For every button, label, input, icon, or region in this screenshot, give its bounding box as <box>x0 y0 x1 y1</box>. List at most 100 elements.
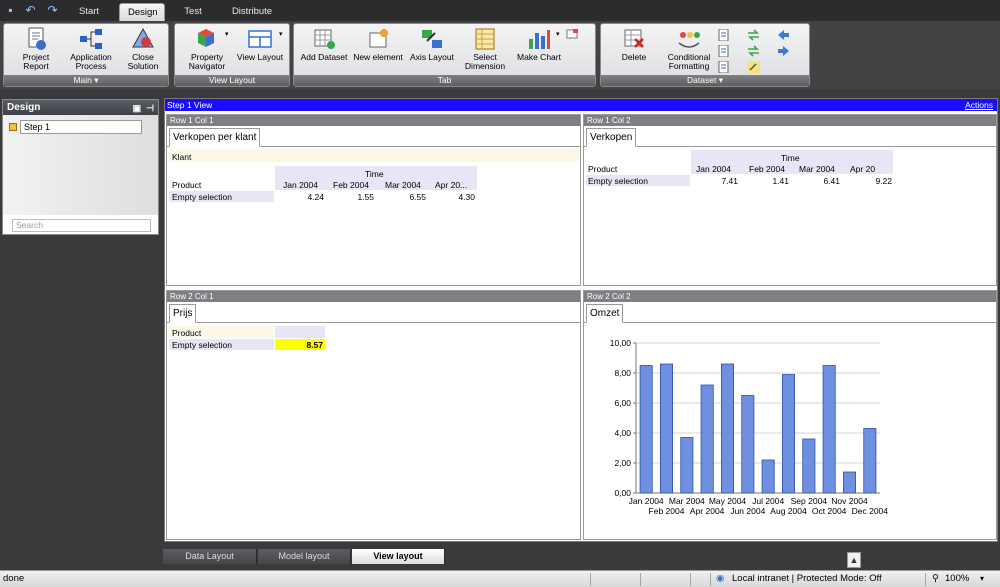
project-report-button[interactable]: Project Report <box>8 27 64 71</box>
x-tick-label: Mar 2004 <box>669 496 705 506</box>
chart-icon <box>529 30 550 49</box>
actions-link[interactable]: Actions <box>965 99 993 111</box>
column-header: Mar 2004 <box>799 164 835 174</box>
tab-view-layout[interactable]: View layout <box>352 549 445 564</box>
tab-design[interactable]: Design <box>119 3 165 21</box>
y-tick-label: 4,00 <box>614 428 631 438</box>
delete-button[interactable]: Delete <box>613 27 655 62</box>
pin-icon[interactable]: ▣ <box>133 103 142 113</box>
cell-row1-col1: Row 1 Col 1 Verkopen per klant Klant Tim… <box>166 114 581 286</box>
dataset-group-label: Dataset ▾ <box>601 75 809 86</box>
conditional-formatting-button[interactable]: Conditional Formatting <box>659 27 719 71</box>
x-tick-label: Feb 2004 <box>649 506 685 516</box>
close-solution-icon <box>132 27 154 48</box>
tab-omzet[interactable]: Omzet <box>586 304 624 323</box>
value-cell: 1.41 <box>772 176 789 186</box>
x-tick-label: May 2004 <box>709 496 747 506</box>
row-dimension-label: Product <box>172 328 202 338</box>
redo-icon[interactable]: ↷ <box>46 4 59 17</box>
swap-icon[interactable] <box>747 45 760 57</box>
tab-data-layout[interactable]: Data Layout <box>163 549 257 564</box>
axis-layout-button[interactable]: Axis Layout <box>406 27 458 62</box>
design-search-input[interactable]: Search <box>12 219 151 232</box>
x-tick-label: Jul 2004 <box>752 496 784 506</box>
bar <box>741 395 755 494</box>
column-header: Feb 2004 <box>333 180 369 190</box>
dimension-header: Time <box>781 153 800 163</box>
main-group-label: Main ▾ <box>4 75 168 86</box>
chevron-down-icon[interactable]: ▾ <box>556 30 560 38</box>
tab-start[interactable]: Start <box>68 3 110 21</box>
add-dataset-label: Add Dataset <box>300 52 348 62</box>
close-solution-button[interactable]: Close Solution <box>118 27 168 71</box>
undo-icon[interactable]: ↶ <box>24 4 37 17</box>
chart-options-icon[interactable] <box>566 28 579 40</box>
design-panel: Design ▣ ⊣ Step 1 Search <box>2 99 159 235</box>
document-icon[interactable] <box>717 61 730 73</box>
cell-header: Row 1 Col 2 <box>584 115 996 126</box>
y-tick-label: 6,00 <box>614 398 631 408</box>
bar <box>863 428 877 494</box>
design-panel-header: Design ▣ ⊣ <box>3 100 158 115</box>
tab-prijs[interactable]: Prijs <box>169 304 197 323</box>
new-element-button[interactable]: New element <box>350 27 406 62</box>
add-dataset-icon <box>314 29 335 49</box>
ribbon-group-dataset: Delete Conditional Formatting Dataset ▾ <box>600 23 810 87</box>
tab-distribute[interactable]: Distribute <box>222 3 282 21</box>
row-dimension-label: Product <box>588 164 618 174</box>
row-name[interactable]: Empty selection <box>172 192 232 202</box>
document-icon[interactable] <box>717 45 730 57</box>
dock-icon[interactable]: ⊣ <box>146 103 154 113</box>
view-layout-group-label: View Layout <box>175 75 289 86</box>
status-text: done <box>3 573 25 584</box>
cell-header: Row 2 Col 1 <box>167 291 580 302</box>
cell-row2-col2: Row 2 Col 2 Omzet 0,00 2,00 4,00 6,00 8,00 10… <box>583 290 997 540</box>
x-tick-label: Jun 2004 <box>730 506 765 516</box>
add-dataset-button[interactable]: Add Dataset <box>298 27 350 62</box>
conditional-formatting-icon <box>678 32 700 48</box>
edit-icon[interactable] <box>747 61 760 73</box>
step-name-field[interactable]: Step 1 <box>20 120 142 134</box>
report-icon <box>28 27 46 50</box>
row-name[interactable]: Empty selection <box>172 340 232 350</box>
column-header: Mar 2004 <box>385 180 421 190</box>
chevron-down-icon[interactable]: ▾ <box>980 571 984 587</box>
scroll-up-button[interactable]: ▲ <box>847 552 861 568</box>
new-element-icon <box>369 29 388 48</box>
chevron-down-icon[interactable]: ▾ <box>225 30 229 38</box>
swap-icon[interactable] <box>747 29 760 41</box>
arrow-up-icon[interactable] <box>777 29 790 41</box>
tree-item-step[interactable]: Step 1 <box>9 120 143 134</box>
omzet-bar-chart: 0,002,004,006,008,0010,00Jan 2004Feb 200… <box>610 338 889 516</box>
arrow-down-icon[interactable] <box>777 45 790 57</box>
x-tick-label: Aug 2004 <box>770 506 807 516</box>
tab-verkopen[interactable]: Verkopen <box>586 128 637 147</box>
value-cell: 6.55 <box>409 192 426 202</box>
filter-label: Klant <box>172 152 192 162</box>
project-report-label: Project Report <box>22 52 50 71</box>
tab-test[interactable]: Test <box>174 3 212 21</box>
top-bar: ▪ ↶ ↷ Start Design Test Distribute <box>0 0 1000 21</box>
row-name[interactable]: Empty selection <box>588 176 648 186</box>
ribbon: Project Report Application Process Close… <box>0 21 1000 89</box>
design-panel-title: Design <box>7 102 41 113</box>
tab-model-layout[interactable]: Model layout <box>258 549 351 564</box>
tab-verkopen-per-klant[interactable]: Verkopen per klant <box>169 128 261 147</box>
document-icon[interactable] <box>717 29 730 41</box>
chevron-down-icon[interactable]: ▾ <box>279 30 283 38</box>
bar <box>822 365 836 494</box>
column-header: Jan 2004 <box>283 180 318 190</box>
x-tick-label: Apr 2004 <box>690 506 725 516</box>
bar <box>761 459 775 494</box>
bar <box>680 437 694 494</box>
bar <box>842 471 856 494</box>
zoom-level[interactable]: 100% <box>945 571 969 587</box>
view-layout-label: View Layout <box>236 52 284 62</box>
application-process-button[interactable]: Application Process <box>62 27 120 71</box>
select-dimension-button[interactable]: Select Dimension <box>458 27 512 71</box>
delete-icon <box>624 29 644 48</box>
x-tick-label: Nov 2004 <box>831 496 868 506</box>
delete-label: Delete <box>621 52 647 62</box>
save-icon[interactable]: ▪ <box>4 4 17 17</box>
process-icon <box>80 29 102 49</box>
